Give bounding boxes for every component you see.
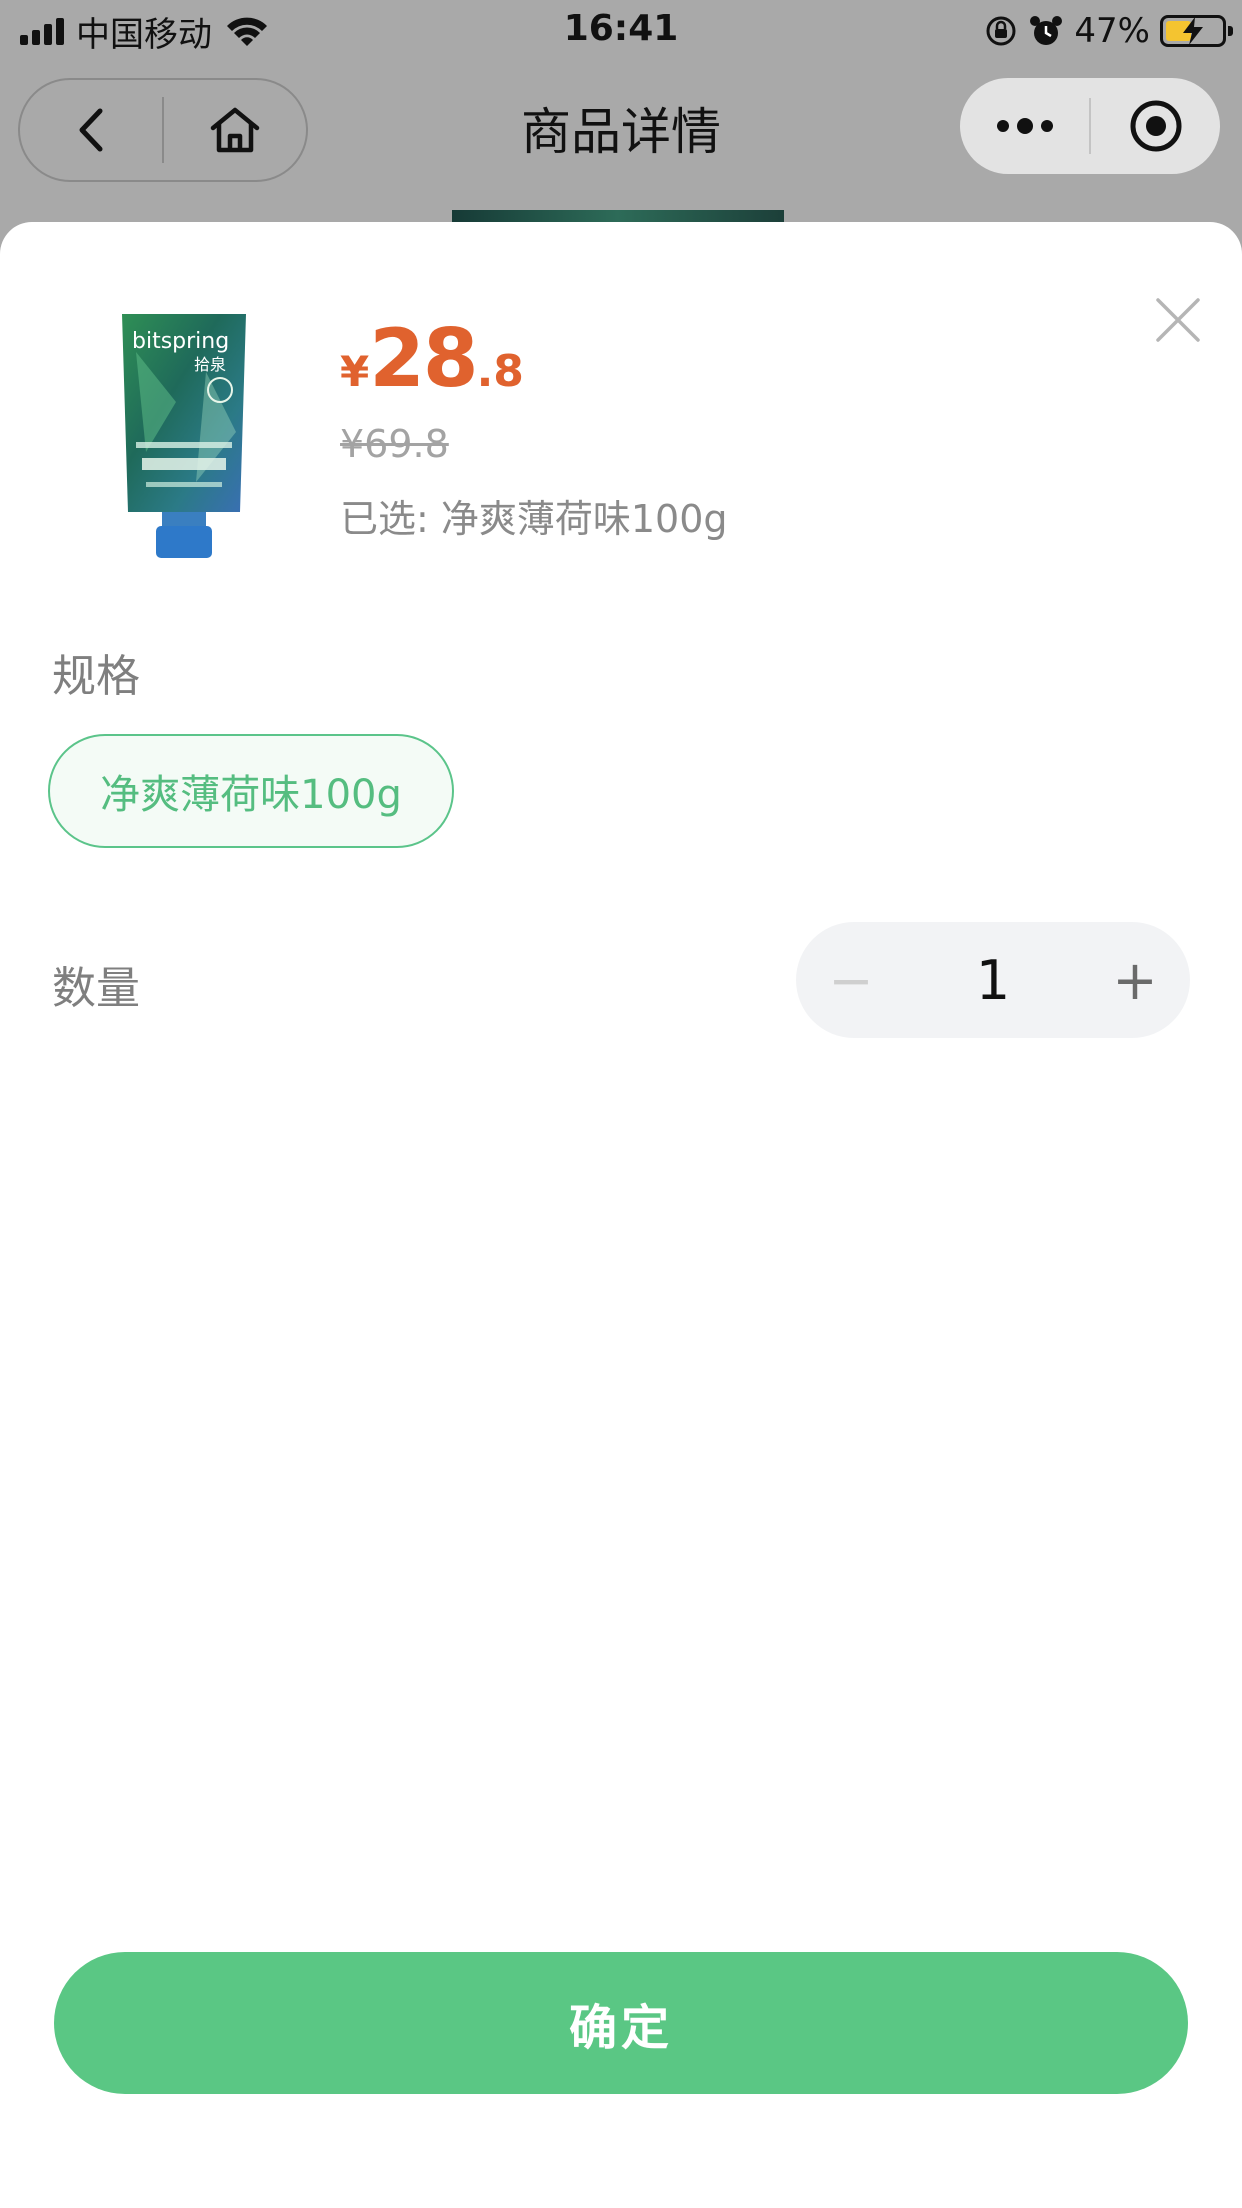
price: ¥28.8 <box>340 312 524 405</box>
spec-label: 规格 <box>52 651 140 702</box>
original-price: ¥69.8 <box>340 422 449 466</box>
status-bar: 中国移动 16:41 47% <box>0 0 1242 62</box>
more-button[interactable] <box>960 78 1089 174</box>
nav-capsule-right <box>960 78 1220 174</box>
spec-option-chip[interactable]: 净爽薄荷味100g <box>48 734 454 848</box>
brand-logo-text: bitspring <box>132 329 229 354</box>
battery-percent: 47% <box>1074 11 1150 51</box>
record-icon <box>1130 100 1181 152</box>
price-integer: 28 <box>369 312 478 405</box>
status-right: 47% <box>984 8 1233 54</box>
spec-selection-sheet: bitspring 拾泉 ¥28.8 ¥69.8 已选: 净爽薄荷味100g 规… <box>0 222 1242 2208</box>
alarm-icon <box>1030 16 1063 45</box>
price-currency: ¥ <box>340 347 370 396</box>
quantity-stepper: − 1 + <box>796 922 1190 1038</box>
quantity-increase-button[interactable]: + <box>1080 922 1190 1038</box>
quantity-value[interactable]: 1 <box>906 949 1080 1012</box>
battery-icon <box>1160 15 1233 47</box>
quantity-label: 数量 <box>52 963 140 1014</box>
brand-logo-cn: 拾泉 <box>194 355 226 374</box>
close-miniprogram-button[interactable] <box>1091 78 1220 174</box>
confirm-button[interactable]: 确定 <box>54 1952 1188 2094</box>
close-icon[interactable] <box>1148 290 1208 350</box>
price-decimal: .8 <box>476 346 524 397</box>
product-thumbnail[interactable]: bitspring 拾泉 <box>116 312 252 560</box>
more-icon <box>996 118 1053 134</box>
selected-spec-text: 已选: 净爽薄荷味100g <box>340 497 728 541</box>
rotation-lock-icon <box>986 16 1016 46</box>
charging-bolt-icon <box>1183 17 1203 45</box>
quantity-decrease-button[interactable]: − <box>796 922 906 1038</box>
